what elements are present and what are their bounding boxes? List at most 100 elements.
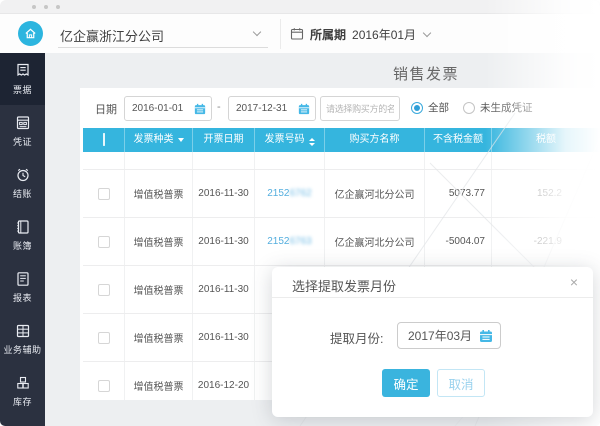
radio-selected-icon <box>411 101 423 114</box>
receipt-icon <box>16 63 29 77</box>
cell-invoice-type: 增值税普票 <box>125 218 193 265</box>
sidebar-item-invoices[interactable]: 票据 <box>0 53 45 105</box>
cell-invoice-type: 增值税普票 <box>125 362 193 400</box>
cell-amount: 5073.77 <box>425 170 492 217</box>
home-icon <box>25 28 36 39</box>
ledger-icon <box>16 220 29 234</box>
row-checkbox[interactable] <box>97 235 110 248</box>
cell-invoice-date: 2016-11-30 <box>193 314 255 361</box>
cell-invoice-date: 2016-11-30 <box>193 266 255 313</box>
calendar-icon <box>290 28 304 40</box>
row-checkbox[interactable] <box>97 331 110 344</box>
invoice-no-link[interactable]: 21526762 <box>267 188 312 199</box>
confirm-button[interactable]: 确定 <box>382 369 430 397</box>
sidebar-item-vouchers[interactable]: 凭证 <box>0 105 45 157</box>
column-header-amount: 不含税金额 <box>425 128 492 152</box>
calendar-icon <box>194 103 206 114</box>
app-window: 亿企赢浙江分公司 所属期 2016年01月 票据 凭证 结账 账簿 报表 业务辅… <box>0 0 600 426</box>
sidebar-item-business-assist[interactable]: 业务辅助 <box>0 313 45 365</box>
extract-month-modal: 选择提取发票月份 × 提取月份: 2017年03月 确定 取消 <box>272 267 593 417</box>
row-checkbox[interactable] <box>97 187 110 200</box>
app-header: 亿企赢浙江分公司 所属期 2016年01月 <box>0 14 600 53</box>
radio-no-voucher-label: 未生成凭证 <box>480 102 533 114</box>
radio-no-voucher[interactable]: 未生成凭证 <box>463 100 533 115</box>
modal-header: 选择提取发票月份 × <box>272 267 593 298</box>
date-range-separator: - <box>217 101 221 113</box>
row-checkbox[interactable] <box>97 379 110 392</box>
cell-buyer: 亿企赢河北分公司 <box>325 218 425 265</box>
period-value: 2016年01月 <box>352 27 417 42</box>
date-from-input[interactable]: 2016-01-01 <box>124 96 212 121</box>
column-header-invoice-no[interactable]: 发票号码 <box>255 128 325 152</box>
table-header: 发票种类 开票日期 发票号码 购买方名称 不含税金额 税额 <box>83 128 600 152</box>
sidebar-item-label: 票据 <box>12 85 32 95</box>
invoice-no-link[interactable]: 21526763 <box>267 236 312 247</box>
sidebar-item-label: 结账 <box>12 189 32 199</box>
cell-invoice-no: 21526763 <box>255 218 325 265</box>
radio-unselected-icon <box>463 101 475 114</box>
modal-title: 选择提取发票月份 <box>292 279 397 294</box>
window-dot-icon[interactable] <box>56 5 60 9</box>
window-dot-icon[interactable] <box>32 5 36 9</box>
sidebar-item-inventory[interactable]: 库存 <box>0 365 45 417</box>
date-from-value: 2016-01-01 <box>132 103 184 114</box>
cancel-button[interactable]: 取消 <box>437 369 485 397</box>
cell-invoice-no: 21526762 <box>255 170 325 217</box>
sidebar-item-label: 业务辅助 <box>3 345 42 355</box>
period-selector[interactable]: 所属期 2016年01月 <box>290 24 432 44</box>
window-dot-icon[interactable] <box>44 5 48 9</box>
filter-caret-icon <box>177 138 184 142</box>
sidebar-item-label: 凭证 <box>12 137 32 147</box>
cell-invoice-type: 增值税普票 <box>125 314 193 361</box>
cell-buyer: 亿企赢河北分公司 <box>325 170 425 217</box>
column-header-buyer: 购买方名称 <box>325 128 425 152</box>
home-button[interactable] <box>18 21 43 46</box>
chevron-down-icon <box>252 27 262 37</box>
cell-invoice-type: 增值税普票 <box>125 266 193 313</box>
close-icon[interactable]: × <box>570 274 578 290</box>
voucher-icon <box>16 116 29 130</box>
cell-invoice-date: 2016-12-20 <box>193 362 255 400</box>
date-to-input[interactable]: 2017-12-31 <box>228 96 316 121</box>
period-label: 所属期 <box>310 27 347 42</box>
cell-tax: -221.9 <box>533 236 562 247</box>
radio-all-label: 全部 <box>428 102 449 114</box>
sidebar-item-label: 报表 <box>12 293 32 303</box>
company-name: 亿企赢浙江分公司 <box>60 29 165 44</box>
table-row: 增值税普票 2016-11-30 21526763 亿企赢河北分公司 -5004… <box>83 218 600 266</box>
report-icon <box>16 272 29 286</box>
sidebar-item-closing[interactable]: 结账 <box>0 157 45 209</box>
select-all-checkbox[interactable] <box>102 133 105 146</box>
extract-month-label: 提取月份: <box>330 332 384 346</box>
modal-field-row: 提取月份: 2017年03月 <box>272 322 593 349</box>
calendar-icon <box>480 329 492 342</box>
cell-invoice-date: 2016-11-30 <box>193 218 255 265</box>
divider <box>58 47 268 48</box>
column-header-invoice-date: 开票日期 <box>193 128 255 152</box>
column-header-invoice-type[interactable]: 发票种类 <box>125 128 193 152</box>
radio-all[interactable]: 全部 <box>411 100 449 115</box>
sort-icon <box>308 138 315 146</box>
cell-invoice-date: 2016-11-30 <box>193 170 255 217</box>
clock-icon <box>16 168 29 182</box>
date-to-value: 2017-12-31 <box>236 103 288 114</box>
sidebar-item-reports[interactable]: 报表 <box>0 261 45 313</box>
filter-bar: 日期 2016-01-01 - 2017-12-31 请选择购买方的名称 全部 … <box>80 88 600 128</box>
page-title: 销售发票 <box>393 66 460 83</box>
row-checkbox[interactable] <box>97 283 110 296</box>
buyer-search-input[interactable] <box>321 103 399 114</box>
chevron-down-icon <box>422 28 432 37</box>
sidebar-item-label: 账簿 <box>12 241 32 251</box>
company-selector[interactable]: 亿企赢浙江分公司 <box>58 20 268 48</box>
extract-month-value: 2017年03月 <box>408 329 473 343</box>
modal-buttons: 确定 取消 <box>272 369 593 397</box>
sidebar-item-ledgers[interactable]: 账簿 <box>0 209 45 261</box>
cell-tax: 152.2 <box>536 188 562 199</box>
date-filter-label: 日期 <box>95 104 117 116</box>
cell-invoice-type: 增值税普票 <box>125 170 193 217</box>
cell-amount: -5004.07 <box>425 218 492 265</box>
sidebar-item-label: 库存 <box>12 397 32 407</box>
window-titlebar <box>0 0 600 14</box>
extract-month-input[interactable]: 2017年03月 <box>397 322 501 349</box>
table-row: 增值税普票 2016-11-30 21526762 亿企赢河北分公司 5073.… <box>83 170 600 218</box>
